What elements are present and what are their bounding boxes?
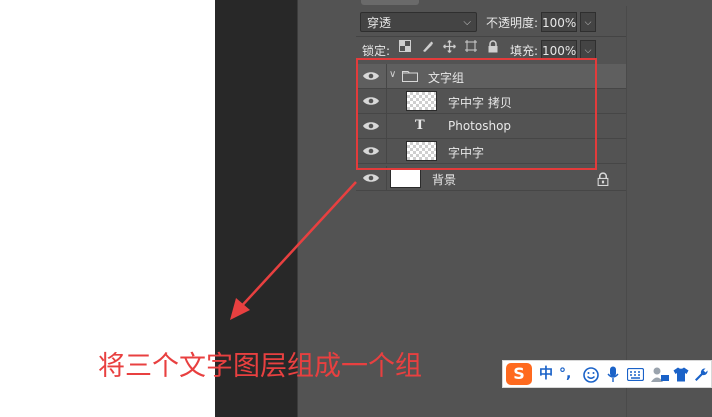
keyboard-icon[interactable] <box>627 368 644 381</box>
eye-divider <box>386 139 387 163</box>
layer-thumbnail <box>390 168 421 188</box>
lock-position-icon[interactable] <box>442 40 456 56</box>
lock-all-icon[interactable] <box>486 40 500 56</box>
layer-row-background[interactable]: 背景 <box>356 166 626 191</box>
layer-thumbnail <box>406 91 437 111</box>
ime-language-toggle[interactable]: 中 <box>539 365 553 383</box>
layer-row[interactable]: 字中字 拷贝 <box>356 89 626 114</box>
lock-label: 锁定: <box>362 44 391 58</box>
ime-toolbar: S 中 °, <box>502 360 712 388</box>
fill-label: 填充: <box>510 44 539 58</box>
visibility-eye-icon[interactable] <box>362 145 380 157</box>
layer-name: 字中字 <box>448 146 485 160</box>
blend-mode-select[interactable]: 穿透 ⌵ <box>360 12 477 32</box>
ime-punctuation-toggle[interactable]: °, <box>559 365 571 383</box>
wrench-icon[interactable] <box>694 367 709 382</box>
layer-name: 背景 <box>432 173 457 187</box>
fill-dropdown-button[interactable]: ⌵ <box>580 40 596 60</box>
emoji-icon[interactable] <box>583 367 599 383</box>
chevron-down-icon[interactable]: ∨ <box>389 69 396 80</box>
visibility-eye-icon[interactable] <box>362 70 380 82</box>
sogou-logo-icon[interactable]: S <box>506 363 532 385</box>
folder-icon <box>402 71 418 82</box>
lock-image-pixels-icon[interactable] <box>420 40 434 56</box>
artboard-lock-icon[interactable] <box>464 40 478 56</box>
layer-row-group[interactable]: ∨ 文字组 <box>356 64 626 89</box>
visibility-eye-icon[interactable] <box>362 120 380 132</box>
row-divider <box>356 36 626 37</box>
layer-name: 文字组 <box>428 71 465 85</box>
opacity-input[interactable]: 100% <box>541 12 577 32</box>
panel-scroll-area[interactable] <box>626 0 712 417</box>
opacity-dropdown-button[interactable]: ⌵ <box>580 12 596 32</box>
layer-name: Photoshop <box>448 119 512 133</box>
visibility-eye-icon[interactable] <box>362 172 380 184</box>
layer-thumbnail <box>406 141 437 161</box>
chevron-down-icon: ⌵ <box>463 17 471 28</box>
shirt-icon[interactable] <box>673 367 689 382</box>
eye-divider <box>386 114 387 138</box>
mic-icon[interactable] <box>607 366 619 383</box>
opacity-label: 不透明度: <box>486 16 539 30</box>
layer-row[interactable]: T Photoshop <box>356 114 626 139</box>
blend-mode-value: 穿透 <box>367 16 392 30</box>
layer-row[interactable]: 字中字 <box>356 139 626 164</box>
lock-icon <box>597 172 609 186</box>
text-layer-icon: T <box>415 118 425 133</box>
filter-button[interactable] <box>361 0 419 5</box>
skin-user-icon[interactable] <box>651 366 669 383</box>
eye-divider <box>386 89 387 113</box>
annotation-caption: 将三个文字图层组成一个组 <box>98 351 422 382</box>
visibility-eye-icon[interactable] <box>362 95 380 107</box>
eye-divider <box>386 166 387 190</box>
layer-name: 字中字 拷贝 <box>448 96 512 110</box>
eye-divider <box>386 64 387 88</box>
fill-input[interactable]: 100% <box>541 40 577 60</box>
lock-transparent-pixels-icon[interactable] <box>398 40 412 56</box>
